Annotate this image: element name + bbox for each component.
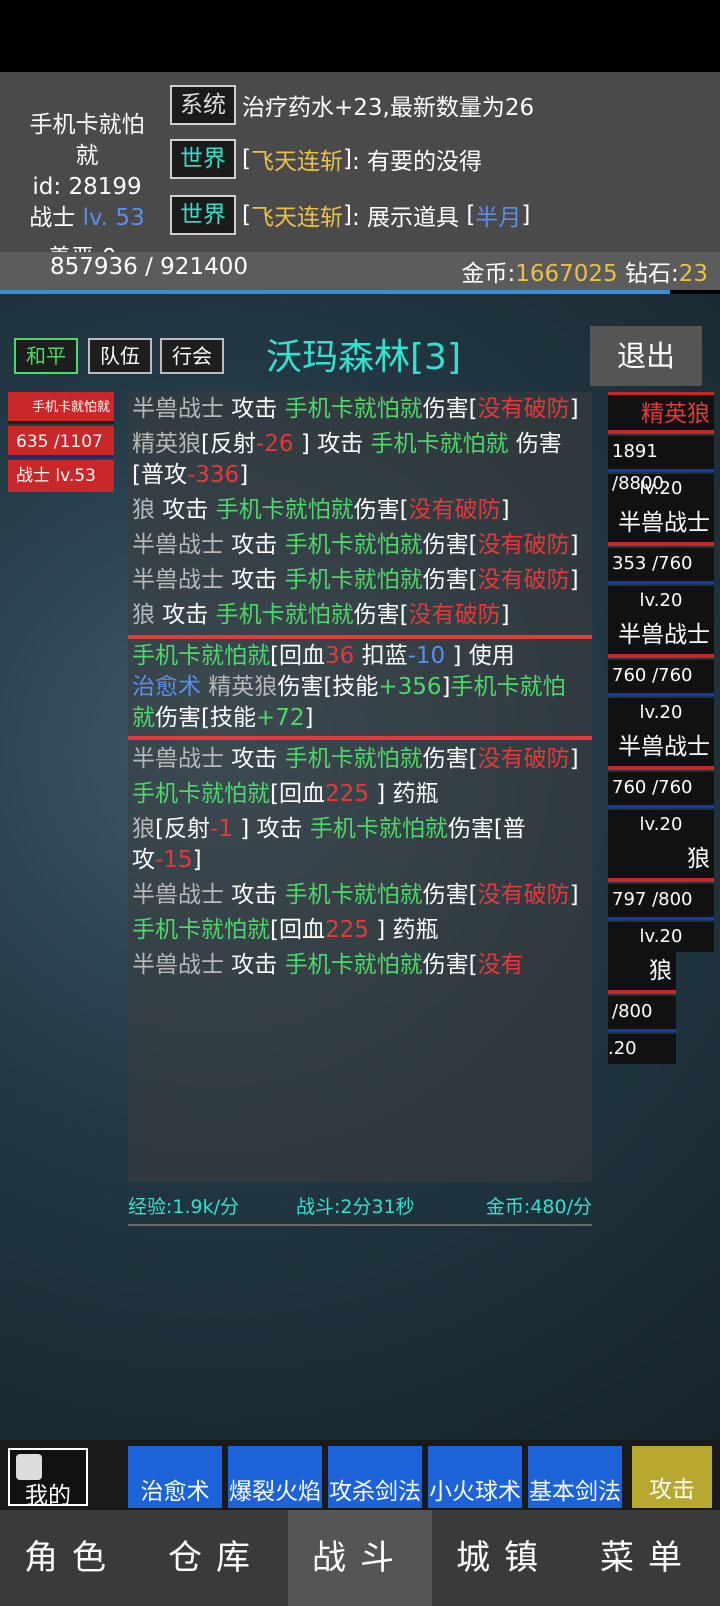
chat-item-link[interactable]: 半月	[475, 198, 521, 232]
nav-town[interactable]: 城镇	[432, 1510, 576, 1606]
log-entry: 半兽战士 攻击 手机卡就怕就伤害[没有破防]	[132, 567, 579, 593]
log-entry: 狼 攻击 手机卡就怕就伤害[没有破防]	[132, 602, 510, 628]
log-entry: 精英狼[反射-26 ] 攻击 手机卡就怕就 伤害[普攻-336]	[132, 431, 562, 488]
enemy-level: lv.20	[608, 698, 714, 728]
enemy-card[interactable]: 狼 797 /800 lv.20	[608, 840, 714, 952]
enemy-card[interactable]: 半兽战士 760 /760 lv.20	[608, 616, 714, 728]
channel-tag-system: 系统	[170, 85, 236, 125]
log-entry: 手机卡就怕就[回血225 ] 药瓶	[132, 917, 439, 943]
chat-text: 治疗药水+23,最新数量为26	[242, 95, 535, 121]
player-info: 手机卡就怕 就 id: 28199 战士 lv. 53	[10, 110, 164, 234]
chat-line[interactable]: 世界 [飞天连斩] : 展示道具 [半月]	[170, 194, 530, 236]
exit-button[interactable]: 退出	[590, 326, 702, 386]
self-card[interactable]: 手机卡就怕就 635 /1107 战士 lv.53	[8, 392, 114, 494]
enemy-hp: 760 /760	[608, 772, 714, 808]
mode-team-button[interactable]: 队伍	[88, 338, 152, 374]
battle-stats: 经验:1.9k/分 战斗:2分31秒 金币:480/分	[128, 1188, 592, 1224]
chat-sender[interactable]: 飞天连斩	[251, 198, 343, 232]
log-entry: 手机卡就怕就[回血225 ] 药瓶	[132, 781, 439, 807]
enemy-name: 狼	[608, 840, 714, 882]
player-id: id: 28199	[32, 174, 142, 200]
battle-log[interactable]: 半兽战士 攻击 手机卡就怕就伤害[没有破防] 精英狼[反射-26 ] 攻击 手机…	[128, 392, 592, 1182]
checkbox-icon[interactable]	[16, 1454, 42, 1480]
chat-line[interactable]: 世界 [飞天连斩] : 有要的没得	[170, 138, 482, 180]
map-title: 沃玛森林[3]	[266, 337, 461, 378]
diamond-label: 钻石:	[624, 261, 679, 287]
log-entry: 狼[反射-1 ] 攻击 手机卡就怕就伤害[普攻-15]	[132, 816, 526, 873]
enemy-hp: 353 /760	[608, 548, 714, 584]
mode-peace-button[interactable]: 和平	[14, 338, 78, 374]
nav-menu[interactable]: 菜单	[576, 1510, 720, 1606]
mode-guild-button[interactable]: 行会	[160, 338, 224, 374]
enemy-name: 半兽战士	[608, 504, 714, 546]
chat-text: : 展示道具	[351, 205, 467, 231]
log-entry-highlighted: 手机卡就怕就[回血36 扣蓝-10 ] 使用 治愈术 精英狼伤害[技能+356]手…	[128, 635, 592, 740]
gold-label: 金币:	[461, 261, 516, 287]
log-entry: 半兽战士 攻击 手机卡就怕就伤害[没有破防]	[132, 532, 579, 558]
xp-text: 857936 / 921400	[50, 254, 248, 280]
self-class-level: 战士 lv.53	[8, 460, 114, 492]
currency: 金币:1667025 钻石:23	[461, 254, 708, 288]
nav-warehouse[interactable]: 仓库	[144, 1510, 288, 1606]
enemy-level: .20	[608, 1034, 676, 1064]
attack-button[interactable]: 攻击	[632, 1446, 712, 1508]
nav-character[interactable]: 角色	[0, 1510, 144, 1606]
status-bar	[0, 0, 720, 72]
battle-time: 战斗:2分31秒	[296, 1196, 415, 1218]
enemy-hp: /800	[608, 996, 676, 1032]
log-entry: 狼 攻击 手机卡就怕就伤害[没有破防]	[132, 497, 510, 523]
enemy-name: 精英狼	[608, 392, 714, 434]
enemy-name: 半兽战士	[608, 728, 714, 770]
my-label: 我的	[25, 1483, 71, 1509]
enemy-list: 精英狼 1891 /8800 lv.20 半兽战士 353 /760 lv.20…	[608, 392, 714, 1064]
skill-basic-sword-button[interactable]: 基本剑法	[528, 1446, 622, 1508]
channel-tag-world: 世界	[170, 195, 236, 235]
bottom-nav: 角色 仓库 战斗 城镇 菜单	[0, 1510, 720, 1606]
log-entry: 半兽战士 攻击 手机卡就怕就伤害[没有破防]	[132, 882, 579, 908]
enemy-name: 半兽战士	[608, 616, 714, 658]
exp-rate: 经验:1.9k/分	[128, 1196, 240, 1218]
chat-sender[interactable]: 飞天连斩	[251, 142, 343, 176]
divider	[128, 1224, 592, 1226]
player-name-cont: 就	[75, 143, 99, 169]
enemy-hp: 797 /800	[608, 884, 714, 920]
gold-value: 1667025	[515, 261, 618, 287]
skill-fire-burst-button[interactable]: 爆裂火焰	[228, 1446, 322, 1508]
log-entry: 半兽战士 攻击 手机卡就怕就伤害[没有破防]	[132, 396, 579, 422]
gold-rate: 金币:480/分	[485, 1196, 592, 1218]
log-entry: 半兽战士 攻击 手机卡就怕就伤害[没有破防]	[132, 746, 579, 772]
player-class: 战士	[29, 205, 76, 231]
diamond-value: 23	[678, 261, 708, 287]
enemy-hp: 1891 /8800	[608, 436, 714, 494]
enemy-level: lv.20	[608, 922, 714, 952]
enemy-name: 狼	[608, 952, 676, 994]
skill-assault-sword-button[interactable]: 攻杀剑法	[328, 1446, 422, 1508]
enemy-card[interactable]: 狼 /800 .20	[608, 952, 676, 1064]
player-name: 手机卡就怕	[29, 112, 145, 138]
chat-text: : 有要的没得	[351, 149, 483, 175]
log-entry: 半兽战士 攻击 手机卡就怕就伤害[没有	[132, 952, 524, 978]
self-hp: 635 /1107	[8, 426, 114, 458]
enemy-level: lv.20	[608, 810, 714, 840]
skill-fireball-button[interactable]: 小火球术	[428, 1446, 522, 1508]
nav-battle[interactable]: 战斗	[288, 1510, 432, 1606]
enemy-card[interactable]: 精英狼 1891 /8800 lv.20	[608, 392, 714, 504]
player-class-level: 战士 lv. 53	[10, 203, 164, 234]
skill-heal-button[interactable]: 治愈术	[128, 1446, 222, 1508]
channel-tag-world: 世界	[170, 139, 236, 179]
enemy-card[interactable]: 半兽战士 760 /760 lv.20	[608, 728, 714, 840]
enemy-level: lv.20	[608, 586, 714, 616]
my-button[interactable]: 我的	[8, 1448, 88, 1509]
self-name: 手机卡就怕就	[8, 392, 114, 424]
enemy-hp: 760 /760	[608, 660, 714, 696]
player-level: lv. 53	[82, 205, 145, 231]
chat-line[interactable]: 系统 治疗药水+23,最新数量为26	[170, 84, 534, 126]
enemy-card[interactable]: 半兽战士 353 /760 lv.20	[608, 504, 714, 616]
